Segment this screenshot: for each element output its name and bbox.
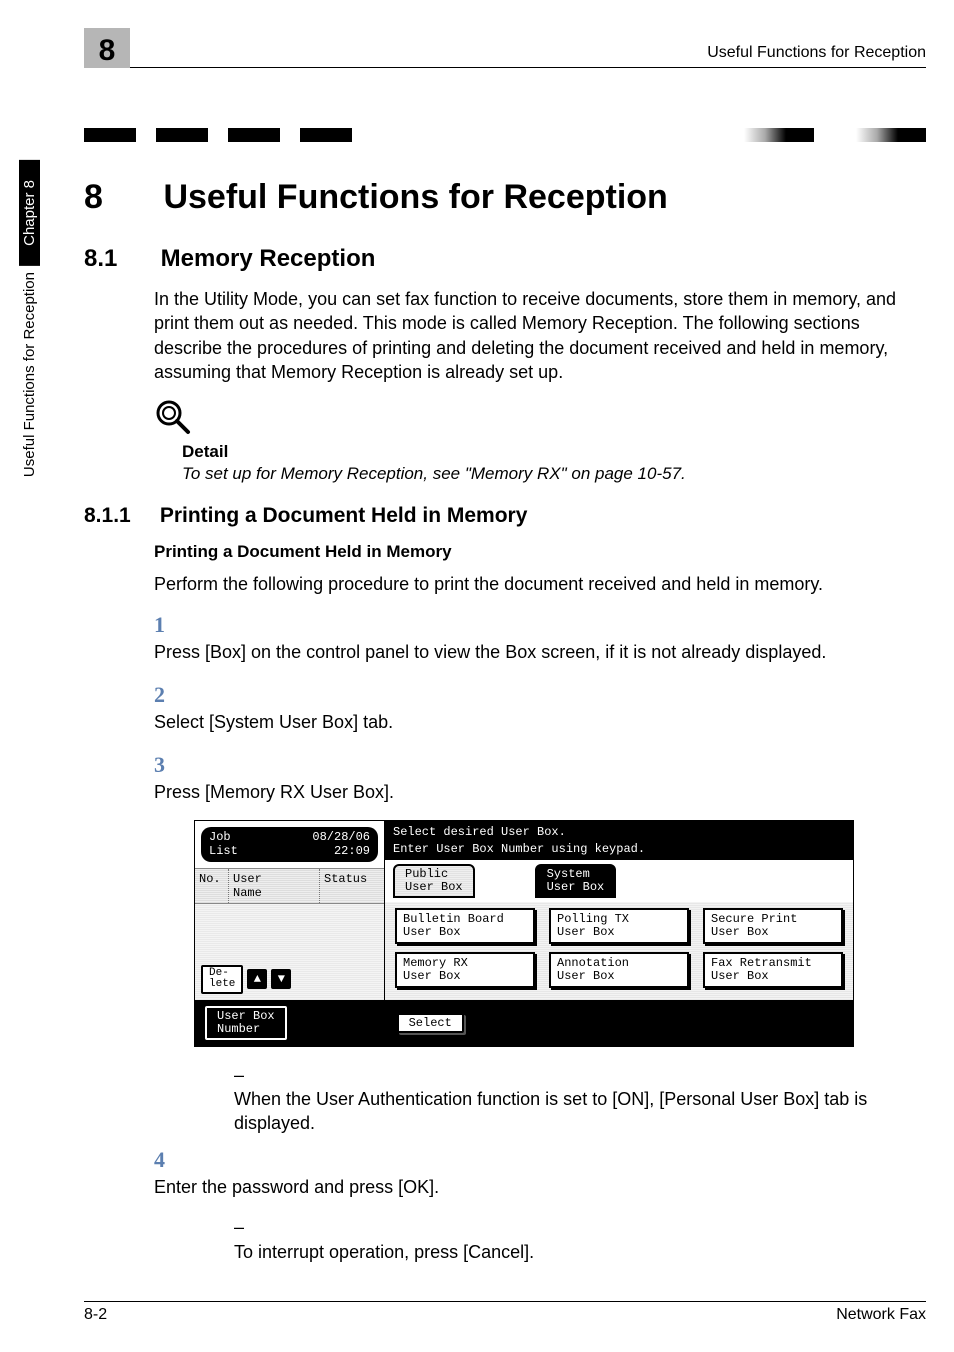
header-rule xyxy=(130,67,926,68)
lcd-footer-select[interactable]: Select xyxy=(397,1013,464,1034)
lcd-list-header: No. User Name Status xyxy=(195,868,384,904)
procedure-subhead: Printing a Document Held in Memory xyxy=(154,542,926,562)
lcd-left-pane: Job List 08/28/06 22:09 No. User Name St… xyxy=(195,821,385,1000)
lcd-btn-annotation[interactable]: Annotation User Box xyxy=(549,952,689,988)
step-number: 2 xyxy=(154,680,190,710)
detail-text: To set up for Memory Reception, see "Mem… xyxy=(182,464,926,484)
side-tab-section: Useful Functions for Reception xyxy=(19,266,40,495)
lcd-btn-bulletin[interactable]: Bulletin Board User Box xyxy=(395,908,535,944)
step-4: 4 Enter the password and press [OK]. xyxy=(154,1145,926,1199)
header-chapter-number: 8 xyxy=(84,28,130,68)
side-tab: Chapter 8 Useful Functions for Reception xyxy=(14,160,44,495)
subsection-heading-title: Printing a Document Held in Memory xyxy=(160,504,528,527)
lcd-btn-secure[interactable]: Secure Print User Box xyxy=(703,908,843,944)
chapter-heading: 8 Useful Functions for Reception xyxy=(84,178,926,217)
lcd-joblist-label: Job List xyxy=(209,831,238,857)
section-text: In the Utility Mode, you can set fax fun… xyxy=(154,287,926,384)
step-text: Enter the password and press [OK]. xyxy=(154,1175,886,1199)
lcd-col-user: User Name xyxy=(229,869,320,903)
step-2: 2 Select [System User Box] tab. xyxy=(154,680,926,734)
bullet-text: When the User Authentication function is… xyxy=(234,1087,896,1136)
lcd-col-no: No. xyxy=(195,869,229,903)
note-bullet-1: – When the User Authentication function … xyxy=(234,1063,926,1136)
step-number: 3 xyxy=(154,750,190,780)
lcd-tab-public[interactable]: Public User Box xyxy=(393,864,475,897)
procedure-intro: Perform the following procedure to print… xyxy=(154,572,926,596)
subsection-heading: 8.1.1 Printing a Document Held in Memory xyxy=(84,504,926,528)
running-head: Useful Functions for Reception xyxy=(707,44,926,62)
bullet-dash: – xyxy=(234,1215,260,1239)
magnifier-icon xyxy=(154,398,926,436)
bullet-text: To interrupt operation, press [Cancel]. xyxy=(234,1240,896,1264)
decorative-bars xyxy=(84,128,926,148)
lcd-list-body: De- lete ▲ ▼ xyxy=(195,904,384,1000)
step-number: 4 xyxy=(154,1145,190,1175)
side-tab-chapter: Chapter 8 xyxy=(19,160,40,266)
content-area: 8 Useful Functions for Reception 8.1 Mem… xyxy=(84,168,926,1274)
lcd-down-button[interactable]: ▼ xyxy=(271,969,291,989)
detail-block: Detail To set up for Memory Reception, s… xyxy=(154,398,926,484)
step-text: Press [Box] on the control panel to view… xyxy=(154,640,886,664)
section-heading-num: 8.1 xyxy=(84,245,154,273)
lcd-message-1: Select desired User Box. xyxy=(385,821,853,842)
note-bullet-2: – To interrupt operation, press [Cancel]… xyxy=(234,1215,926,1264)
chapter-heading-title: Useful Functions for Reception xyxy=(163,178,667,216)
section-heading: 8.1 Memory Reception xyxy=(84,245,926,273)
doc-title: Network Fax xyxy=(836,1306,926,1324)
bullet-dash: – xyxy=(234,1063,260,1087)
lcd-message-2: Enter User Box Number using keypad. xyxy=(385,842,853,860)
lcd-footer-userbox-num[interactable]: User Box Number xyxy=(205,1006,287,1039)
step-1: 1 Press [Box] on the control panel to vi… xyxy=(154,610,926,664)
subsection-heading-num: 8.1.1 xyxy=(84,504,154,528)
page-header: 8 Useful Functions for Reception xyxy=(0,28,926,68)
lcd-right-pane: Select desired User Box. Enter User Box … xyxy=(385,821,853,1000)
page-footer: 8-2 Network Fax xyxy=(84,1301,926,1324)
lcd-footer: User Box Number Select xyxy=(195,1000,853,1045)
detail-label: Detail xyxy=(182,442,926,462)
lcd-up-button[interactable]: ▲ xyxy=(247,969,267,989)
lcd-btn-retransmit[interactable]: Fax Retransmit User Box xyxy=(703,952,843,988)
lcd-button-grid: Bulletin Board User Box Polling TX User … xyxy=(385,902,853,1001)
lcd-screenshot: Job List 08/28/06 22:09 No. User Name St… xyxy=(194,820,854,1046)
page-number: 8-2 xyxy=(84,1306,107,1324)
lcd-btn-memory-rx[interactable]: Memory RX User Box xyxy=(395,952,535,988)
lcd-joblist-chip[interactable]: Job List 08/28/06 22:09 xyxy=(201,827,378,861)
section-heading-title: Memory Reception xyxy=(161,245,376,272)
lcd-tab-system[interactable]: System User Box xyxy=(535,864,617,897)
lcd-col-status: Status xyxy=(320,869,384,903)
chapter-heading-num: 8 xyxy=(84,178,154,217)
lcd-btn-polling[interactable]: Polling TX User Box xyxy=(549,908,689,944)
step-text: Press [Memory RX User Box]. xyxy=(154,780,886,804)
lcd-tabs: Public User Box System User Box xyxy=(385,860,853,901)
step-number: 1 xyxy=(154,610,190,640)
lcd-delete-button[interactable]: De- lete xyxy=(201,965,243,994)
step-3: 3 Press [Memory RX User Box]. xyxy=(154,750,926,804)
lcd-datetime: 08/28/06 22:09 xyxy=(312,831,370,857)
step-text: Select [System User Box] tab. xyxy=(154,710,886,734)
